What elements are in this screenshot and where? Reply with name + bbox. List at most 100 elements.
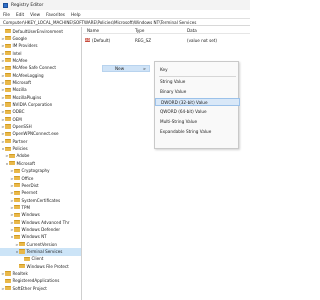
- tree-item-label: CurrentVersion: [26, 241, 57, 247]
- tree-item-label: Google: [12, 35, 27, 41]
- tree-item-label: SoftEther Project: [12, 285, 47, 291]
- value-name: (Default): [92, 37, 111, 43]
- tree-item-label: Realtek: [12, 271, 28, 277]
- tree-item-label: Windows File Protect: [26, 263, 69, 269]
- value-type: REG_SZ: [135, 37, 152, 43]
- folder-icon: [5, 28, 11, 34]
- tree-item-label: OpenSSH: [12, 124, 32, 130]
- tree-item-label: Intel: [12, 50, 22, 56]
- string-value-icon: ab: [85, 36, 91, 43]
- folder-icon: [5, 65, 11, 70]
- folder-icon: [9, 153, 15, 159]
- tree-item-label: Windows Defender: [21, 226, 61, 232]
- folder-icon: [5, 286, 11, 291]
- folder-icon: [5, 102, 11, 107]
- tree-item-label: Cryptography: [21, 168, 50, 174]
- title-bar: Registry Editor: [0, 0, 250, 10]
- tree-item-label: Microsoft: [12, 79, 32, 85]
- folder-icon: [14, 212, 20, 217]
- menu-favorites[interactable]: Favorites: [46, 12, 65, 17]
- folder-icon: [14, 220, 20, 225]
- tree-item-label: Microsoft: [16, 160, 36, 166]
- submenu-dword-value[interactable]: DWORD (32-bit) Value: [155, 98, 240, 106]
- tree-item-label: Terminal Services: [26, 249, 63, 254]
- menu-file[interactable]: File: [3, 12, 10, 17]
- column-type[interactable]: Type: [135, 28, 144, 33]
- submenu-multi-string-value[interactable]: Multi-String Value: [155, 118, 240, 126]
- tree-item-label: McAfee Safe Connect: [12, 65, 57, 71]
- menu-edit[interactable]: Edit: [16, 12, 24, 17]
- new-submenu: Key String Value Binary Value DWORD (32-…: [154, 61, 240, 149]
- folder-icon: [14, 197, 20, 203]
- folder-icon: [5, 95, 11, 100]
- folder-icon: [19, 264, 25, 269]
- tree-item-label: MozillaPlugins: [12, 94, 42, 100]
- column-data[interactable]: Data: [187, 28, 197, 33]
- column-header: Name Type Data: [83, 27, 250, 34]
- tree-item-label: OEM: [12, 116, 22, 122]
- tree-item-label: NVIDIA Corporation: [12, 102, 53, 107]
- column-name[interactable]: Name: [87, 28, 99, 33]
- value-data: (value not set): [187, 37, 217, 43]
- folder-icon: [5, 43, 11, 48]
- registry-tree: DefaultUserEnvironment > Google > IM Pro…: [0, 27, 82, 300]
- context-menu-new[interactable]: New >: [102, 65, 150, 72]
- folder-icon: [5, 278, 11, 283]
- folder-icon: [5, 124, 11, 129]
- tree-item-label: Windows NT: [21, 234, 47, 240]
- folder-icon: [19, 242, 25, 247]
- tree-item-label: Partner: [12, 138, 28, 144]
- folder-icon: [5, 58, 11, 63]
- value-row[interactable]: ab (Default) REG_SZ (value not set): [83, 36, 250, 44]
- folder-icon: [5, 80, 11, 85]
- folder-icon: [14, 183, 20, 188]
- folder-icon: [5, 271, 11, 276]
- tree-item-label: ODBC: [12, 109, 25, 115]
- tree-item-label: Adobe: [16, 153, 30, 159]
- submenu-binary-value[interactable]: Binary Value: [155, 88, 240, 96]
- address-bar[interactable]: Computer\HKEY_LOCAL_MACHINE\SOFTWARE\Pol…: [0, 18, 250, 26]
- folder-icon: [19, 249, 25, 254]
- folder-icon: [14, 234, 20, 239]
- new-label: New: [115, 66, 125, 71]
- menu-view[interactable]: View: [30, 12, 40, 17]
- submenu-separator: [159, 76, 236, 77]
- tree-item-label: Peernet: [21, 190, 38, 196]
- submenu-key[interactable]: Key: [155, 66, 240, 74]
- folder-icon: [9, 161, 15, 166]
- tree-item-label: OpenWPNConnect.exe: [12, 131, 59, 137]
- menu-help[interactable]: Help: [71, 12, 81, 17]
- folder-icon: [5, 87, 11, 92]
- submenu-expandable-string-value[interactable]: Expandable String Value: [155, 128, 240, 136]
- tree-item[interactable]: > SoftEther Project: [0, 284, 81, 292]
- folder-icon: [5, 139, 11, 144]
- folder-icon: [14, 205, 20, 210]
- tree-item-label: DefaultUserEnvironment: [12, 28, 63, 34]
- folder-icon: [5, 117, 11, 122]
- submenu-string-value[interactable]: String Value: [155, 78, 240, 86]
- tree-item-label: RegisteredApplications: [12, 278, 60, 284]
- tree-item-label: Mozilla: [12, 87, 27, 93]
- tree-item-label: SystemCertificates: [21, 197, 61, 203]
- tree-item-label: Office: [21, 175, 34, 181]
- tree-item-label: McAfee: [12, 57, 28, 63]
- tree-item-label: IM Providers: [12, 43, 38, 49]
- submenu-qword-value[interactable]: QWORD (64-bit) Value: [155, 108, 240, 116]
- folder-icon: [5, 109, 11, 114]
- folder-icon: [14, 227, 20, 232]
- folder-icon: [5, 73, 11, 78]
- tree-item-label: Client: [31, 256, 44, 262]
- tree-item-label: McAfeeLogging: [12, 72, 44, 78]
- folder-icon: [14, 168, 20, 173]
- folder-icon: [14, 190, 20, 195]
- tree-item-label: Policies: [12, 146, 28, 152]
- folder-icon: [24, 256, 30, 261]
- registry-editor-icon: [3, 2, 8, 8]
- folder-icon: [5, 50, 11, 56]
- tree-item-label: Windows: [21, 212, 40, 218]
- chevron-right-icon: >: [142, 67, 146, 71]
- tree-item-label: Windows Advanced Thr: [21, 219, 70, 225]
- folder-icon: [5, 146, 11, 151]
- folder-icon: [5, 131, 11, 136]
- tree-item-label: PeerDist: [21, 182, 39, 188]
